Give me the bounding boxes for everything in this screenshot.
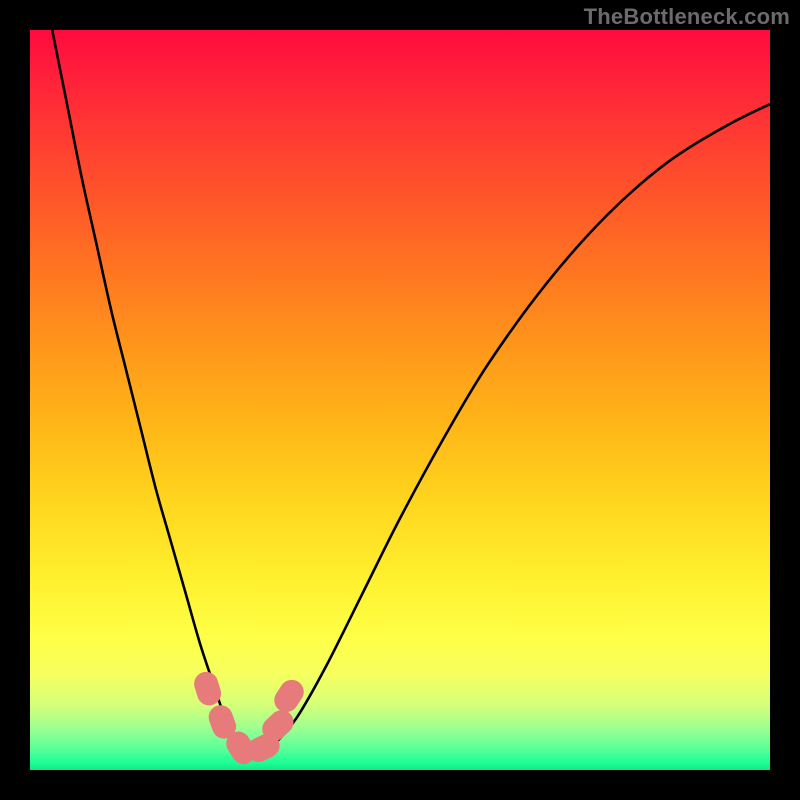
bottleneck-curve-path (52, 30, 770, 755)
gradient-plot-area (30, 30, 770, 770)
watermark-label: TheBottleneck.com (584, 4, 790, 30)
marker-group (191, 669, 308, 769)
curve-svg (30, 30, 770, 770)
curve-line (52, 30, 770, 755)
chart-frame: TheBottleneck.com (0, 0, 800, 800)
